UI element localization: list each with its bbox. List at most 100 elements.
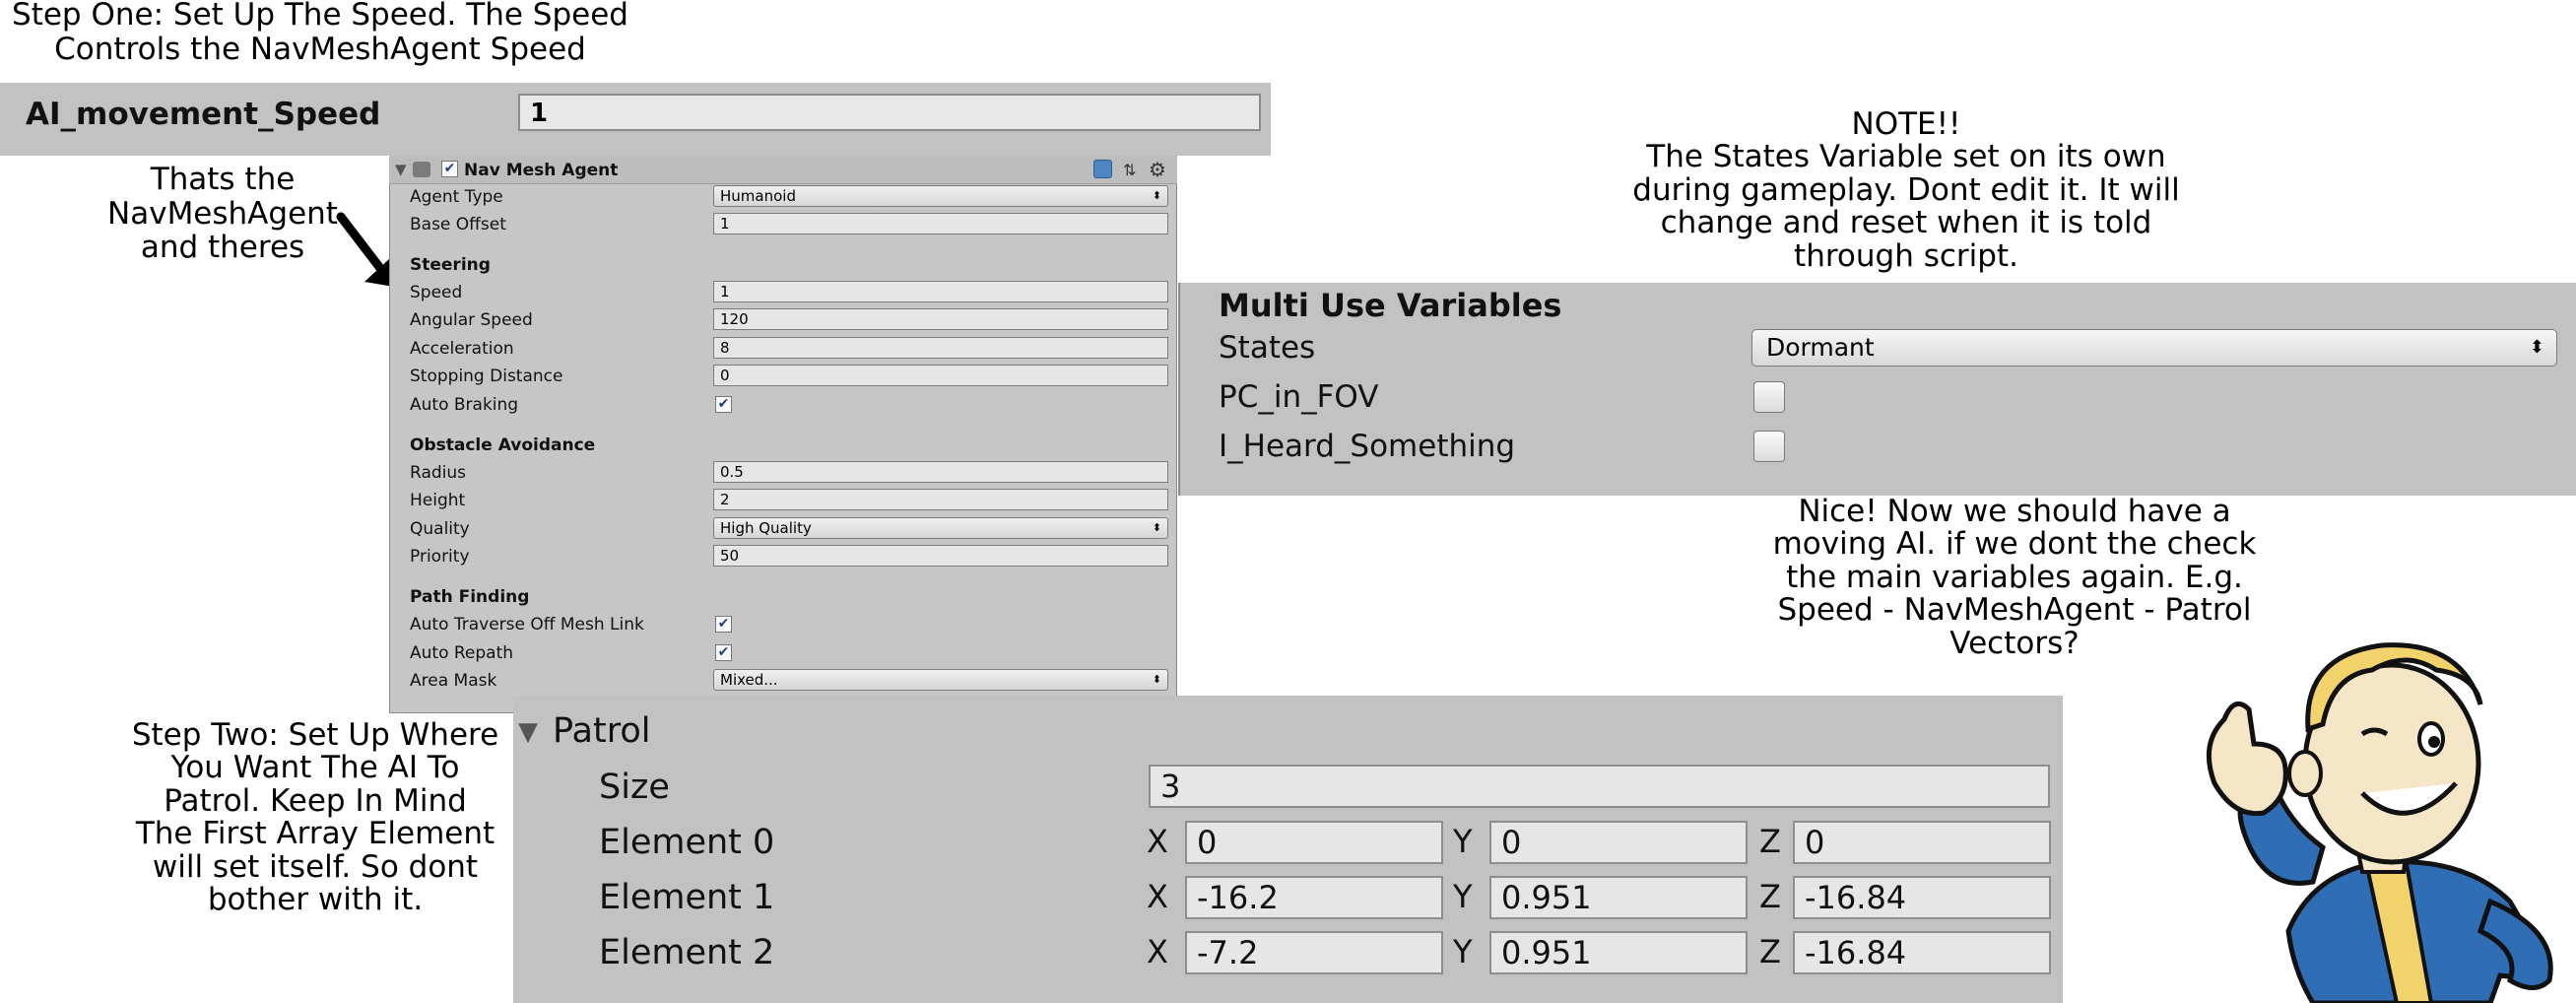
element-2-y-input[interactable]: 0.951 [1489,931,1748,974]
dropdown-arrow-icon: ⬍ [1152,673,1161,686]
obstacle-avoidance-header: Obstacle Avoidance [410,435,596,455]
auto-braking-checkbox[interactable]: ✔ [715,396,732,413]
speed-input[interactable]: 1 [518,94,1261,131]
quality-dropdown[interactable]: High Quality ⬍ [713,517,1168,539]
height-label: Height [410,491,466,510]
base-offset-label: Base Offset [410,215,506,234]
area-mask-label: Area Mask [410,671,497,691]
vault-boy-thumbs-up-icon [2206,642,2553,1003]
dropdown-arrow-icon: ⬍ [1152,521,1161,534]
size-input[interactable]: 3 [1149,765,2050,808]
states-value: Dormant [1766,333,1875,362]
element-1-x-input[interactable]: -16.2 [1185,876,1443,919]
element-1-z-axis-label: Z [1759,878,1781,915]
navmesh-note-line-2: NavMeshAgent [107,195,338,232]
dropdown-arrow-icon: ⬍ [1152,189,1161,202]
steering-header: Steering [410,255,491,275]
element-2-label: Element 2 [599,933,775,972]
element-1-y-input[interactable]: 0.951 [1489,876,1748,919]
element-0-x-input[interactable]: 0 [1185,821,1443,864]
step-two-line-3: Patrol. Keep In Mind [164,782,467,819]
element-1-x-axis-label: X [1147,878,1168,915]
area-mask-dropdown[interactable]: Mixed... ⬍ [713,669,1168,691]
nice-note-line-3: the main variables again. E.g. [1786,559,2243,595]
radius-input[interactable]: 0.5 [713,461,1168,483]
multi-use-title: Multi Use Variables [1219,287,1562,324]
stopping-distance-input[interactable]: 0 [713,365,1168,386]
component-icon [413,162,430,177]
step-two-line-5: will set itself. So dont [152,848,479,885]
angular-speed-input[interactable]: 120 [713,308,1168,330]
auto-repath-checkbox[interactable]: ✔ [715,644,732,661]
priority-label: Priority [410,547,470,567]
auto-traverse-checkbox[interactable]: ✔ [715,616,732,633]
size-label: Size [599,768,670,807]
element-2-x-input[interactable]: -7.2 [1185,931,1443,974]
foldout-arrow-icon[interactable]: ▼ [395,161,407,178]
acceleration-input[interactable]: 8 [713,337,1168,359]
states-label: States [1219,330,1316,366]
heard-something-label: I_Heard_Something [1219,429,1516,464]
acceleration-label: Acceleration [410,339,514,359]
pc-in-fov-label: PC_in_FOV [1219,379,1379,415]
states-note-line-3: during gameplay. Dont edit it. It will [1632,171,2180,208]
element-1-label: Element 1 [599,878,775,917]
priority-input[interactable]: 50 [713,545,1168,567]
element-0-y-axis-label: Y [1453,823,1473,860]
states-note: NOTE!! The States Variable set on its ow… [1576,106,2236,274]
element-2-y-axis-label: Y [1453,933,1473,970]
speed-label-nav: Speed [410,283,463,302]
agent-type-label: Agent Type [410,187,503,207]
step-two-line-6: bother with it. [207,882,424,918]
states-note-line-5: through script. [1794,237,2018,274]
pc-in-fov-checkbox[interactable] [1753,381,1785,413]
element-0-z-input[interactable]: 0 [1793,821,2051,864]
states-dropdown[interactable]: Dormant ⬍ [1751,329,2557,367]
nice-note-line-4: Speed - NavMeshAgent - Patrol [1777,592,2252,629]
element-0-x-axis-label: X [1147,823,1168,860]
agent-type-value: Humanoid [720,187,796,205]
path-finding-header: Path Finding [410,587,530,607]
step-two-line-4: The First Array Element [135,816,495,852]
element-1-z-input[interactable]: -16.84 [1793,876,2051,919]
area-mask-value: Mixed... [720,671,778,689]
base-offset-input[interactable]: 1 [713,213,1168,234]
states-note-line-1: NOTE!! [1851,106,1961,142]
nav-mesh-agent-title: Nav Mesh Agent [464,161,619,180]
auto-braking-label: Auto Braking [410,395,519,415]
nav-speed-input[interactable]: 1 [713,281,1168,302]
gear-icon[interactable]: ⚙ [1149,158,1166,181]
auto-repath-label: Auto Repath [410,643,514,663]
step-one-line-2: Controls the NavMeshAgent Speed [54,31,586,67]
agent-type-dropdown[interactable]: Humanoid ⬍ [713,185,1168,207]
patrol-foldout-arrow-icon[interactable]: ▼ [518,717,538,747]
element-0-y-input[interactable]: 0 [1489,821,1748,864]
component-enabled-checkbox[interactable]: ✔ [441,161,458,177]
step-two-line-1: Step Two: Set Up Where [131,717,499,753]
element-2-z-input[interactable]: -16.84 [1793,931,2051,974]
preset-icon[interactable]: ⇅ [1123,161,1136,179]
element-1-y-axis-label: Y [1453,878,1473,915]
nice-note-line-1: Nice! Now we should have a [1798,494,2231,529]
dropdown-arrow-icon: ⬍ [2529,337,2544,358]
nice-note-line-2: moving AI. if we dont the check [1772,526,2257,563]
radius-label: Radius [410,463,467,483]
speed-label: AI_movement_Speed [26,97,381,132]
quality-value: High Quality [720,519,812,537]
help-icon[interactable] [1093,160,1112,178]
element-0-z-axis-label: Z [1759,823,1781,860]
step-two-note: Step Two: Set Up Where You Want The AI T… [108,717,522,918]
element-0-label: Element 0 [599,823,775,862]
heard-something-checkbox[interactable] [1753,431,1785,462]
patrol-title: Patrol [553,711,651,751]
element-2-z-axis-label: Z [1759,933,1781,970]
step-two-line-2: You Want The AI To [170,750,460,786]
height-input[interactable]: 2 [713,489,1168,510]
states-note-line-4: change and reset when it is told [1660,205,2152,241]
states-note-line-2: The States Variable set on its own [1646,139,2166,175]
step-one-line-1: Step One: Set Up The Speed. The Speed [12,0,628,33]
quality-label: Quality [410,519,470,539]
auto-traverse-label: Auto Traverse Off Mesh Link [410,615,644,635]
element-2-x-axis-label: X [1147,933,1168,970]
step-one-note: Step One: Set Up The Speed. The Speed Co… [0,0,640,66]
